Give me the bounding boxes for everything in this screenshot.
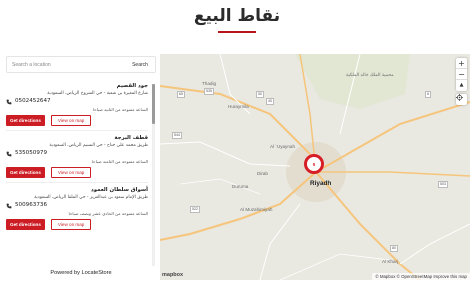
map-label-dirab: Dirab: [257, 171, 268, 176]
store-item: أسواق سلطان العمود طريق الإمام سعود بن ع…: [6, 186, 150, 230]
map-label-huraymila: Huraymila: [228, 104, 249, 109]
store-hours: الساعة مفتوحة من الثانية صباحا: [92, 107, 148, 112]
store-item: قطف البرجة طريق محمد علي جناح - حي النسي…: [6, 134, 150, 183]
store-list[interactable]: جود القصيم شارع المغيرة بن شعبة - حي الش…: [6, 82, 152, 268]
page-title: نقاط البيع: [193, 6, 281, 26]
store-phone-row: 0502452647: [6, 97, 148, 106]
map-label-al-muzahimiyah: Al Muzahimiyah: [240, 207, 273, 212]
search-button[interactable]: Search: [125, 62, 155, 68]
store-address: طريق الإمام سعود بن عبدالعزيز - حي الملق…: [34, 195, 148, 200]
store-map[interactable]: Thadig Huraymila Al `Uyaynah Dirab Durum…: [160, 54, 470, 280]
map-label-duruma: Duruma: [232, 184, 249, 189]
store-name: جود القصيم: [116, 83, 148, 89]
store-actions: Get directions View on map: [6, 167, 148, 178]
title-underline: [218, 31, 256, 33]
phone-icon: [6, 99, 12, 104]
view-on-map-button[interactable]: View on map: [50, 219, 92, 230]
store-actions: Get directions View on map: [6, 219, 148, 230]
map-label-thadiq: Thadig: [202, 81, 217, 86]
store-item: جود القصيم شارع المغيرة بن شعبة - حي الش…: [6, 82, 150, 131]
get-directions-button[interactable]: Get directions: [6, 115, 45, 126]
list-scrollbar[interactable]: [152, 84, 155, 266]
road-shield: 535: [204, 88, 214, 95]
road-shield: 522: [190, 206, 200, 213]
road-shield: 544: [172, 132, 182, 139]
get-directions-button[interactable]: Get directions: [6, 167, 45, 178]
road-shield: 80: [390, 245, 398, 252]
scrollbar-thumb[interactable]: [152, 84, 155, 124]
divider: [6, 130, 148, 131]
zoom-out-button[interactable]: −: [456, 69, 467, 80]
store-phone[interactable]: 535050979: [15, 149, 47, 158]
store-cluster-marker[interactable]: 5: [304, 154, 324, 174]
search-bar: Search: [6, 56, 156, 73]
store-hours: الساعة مفتوحة من الثامنة صباحا: [91, 159, 148, 164]
view-on-map-button[interactable]: View on map: [50, 167, 92, 178]
road-shield: 40: [266, 98, 274, 105]
divider: [6, 182, 148, 183]
store-phone-row: 535050979: [6, 149, 148, 158]
map-label-al-uyaynah: Al `Uyaynah: [270, 144, 296, 149]
view-on-map-button[interactable]: View on map: [50, 115, 92, 126]
phone-icon: [6, 151, 12, 156]
map-attribution[interactable]: © Mapbox © OpenStreetMap Improve this ma…: [372, 273, 470, 280]
store-name: قطف البرجة: [114, 135, 148, 141]
zoom-control: + − ▲: [456, 58, 467, 91]
store-phone[interactable]: 500963736: [15, 201, 47, 210]
road-shield: 50: [256, 91, 264, 98]
road-shield: 503: [438, 181, 448, 188]
store-sidebar: Search جود القصيم شارع المغيرة بن شعبة -…: [6, 56, 156, 280]
search-input[interactable]: [7, 57, 125, 72]
phone-icon: [6, 203, 12, 208]
map-label-al-kharj: Al Kharj: [382, 259, 399, 264]
compass-button[interactable]: ▲: [456, 80, 467, 91]
store-phone-row: 500963736: [6, 201, 148, 210]
store-phone[interactable]: 0502452647: [15, 97, 51, 106]
store-address: طريق محمد علي جناح - حي النسيم الرياض، ا…: [49, 143, 148, 148]
powered-by-footer: Powered by LocateStore: [50, 270, 112, 276]
store-actions: Get directions View on map: [6, 115, 148, 126]
geolocate-button[interactable]: [456, 94, 467, 105]
store-locator-page: نقاط البيع Search جود القصيم شارع المغير…: [0, 0, 474, 283]
mapbox-logo[interactable]: mapbox: [162, 272, 183, 278]
store-hours: الساعة مفتوحة من الحادي عشر ونصف صباحا: [68, 211, 148, 216]
map-label-riyadh: Riyadh: [310, 180, 332, 187]
store-name: أسواق سلطان العمود: [90, 187, 148, 193]
map-label-reserve: محمية الملك خالد الملكية: [346, 72, 394, 77]
zoom-in-button[interactable]: +: [456, 58, 467, 69]
road-shield: 65: [177, 91, 185, 98]
get-directions-button[interactable]: Get directions: [6, 219, 45, 230]
store-address: شارع المغيرة بن شعبة - حي الشروخ الرياض،…: [47, 91, 148, 96]
crosshair-icon: [456, 94, 463, 101]
road-shield: 6: [425, 91, 431, 98]
